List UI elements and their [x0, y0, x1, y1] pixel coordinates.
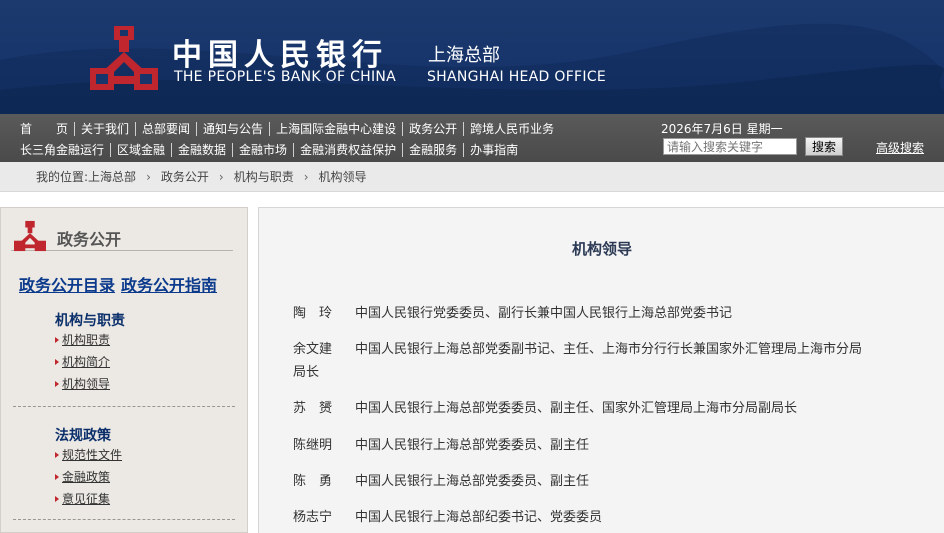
breadcrumb-separator: ›	[146, 169, 151, 184]
nav-item-news[interactable]: 总部要闻	[136, 122, 198, 136]
leader-role: 中国人民银行上海总部党委委员、副主任、国家外汇管理局上海市分局副局长	[355, 401, 798, 416]
search-button[interactable]: 搜索	[805, 137, 843, 156]
pboc-emblem-icon	[90, 26, 158, 90]
sidebar-top-links: 政务公开目录 政务公开指南	[19, 272, 223, 296]
nav-item-financial-market[interactable]: 金融市场	[233, 143, 295, 157]
gov-affairs-guide-link[interactable]: 政务公开指南	[121, 276, 217, 295]
gov-affairs-catalog-link[interactable]: 政务公开目录	[19, 276, 115, 295]
bullet-arrow-icon	[55, 496, 59, 502]
nav-item-gov-affairs[interactable]: 政务公开	[403, 122, 465, 136]
leader-row: 陈 勇 中国人民银行上海总部党委委员、副主任	[293, 470, 913, 494]
main-navigation: 首 页 关于我们 总部要闻 通知与公告 上海国际金融中心建设 政务公开 跨境人民…	[0, 114, 944, 162]
nav-row-2: 长三角金融运行 区域金融 金融数据 金融市场 金融消费权益保护 金融服务 办事指…	[14, 140, 524, 160]
nav-item-financial-services[interactable]: 金融服务	[403, 143, 465, 157]
breadcrumb-item-gov-affairs[interactable]: 政务公开	[161, 168, 209, 185]
nav-row-1: 首 页 关于我们 总部要闻 通知与公告 上海国际金融中心建设 政务公开 跨境人民…	[14, 119, 560, 139]
section-divider	[13, 519, 235, 520]
nav-item-yangtze-delta[interactable]: 长三角金融运行	[14, 143, 112, 157]
bullet-arrow-icon	[55, 381, 59, 387]
breadcrumb-separator: ›	[303, 169, 309, 184]
pboc-emblem-icon	[14, 220, 46, 252]
sidebar-item-normative-docs[interactable]: 规范性文件	[55, 446, 122, 463]
breadcrumb: 我的位置: 上海总部 › 政务公开 › 机构与职责 › 机构领导	[0, 162, 944, 192]
section-title-institutions: 机构与职责	[55, 313, 125, 329]
leader-role: 中国人民银行上海总部党委副书记、主任、上海市分行行长兼国家外汇管理局上海市分局	[355, 342, 863, 357]
sidebar-item-profile[interactable]: 机构简介	[55, 353, 110, 370]
leader-row: 苏 赟 中国人民银行上海总部党委委员、副主任、国家外汇管理局上海市分局副局长	[293, 397, 913, 421]
breadcrumb-item-shanghai[interactable]: 上海总部	[88, 168, 136, 185]
current-date: 2026年7月6日 星期一	[661, 122, 783, 136]
nav-item-service-guide[interactable]: 办事指南	[464, 143, 524, 157]
site-header: 中国人民银行 上海总部 THE PEOPLE'S BANK OF CHINA S…	[0, 0, 944, 114]
sidebar-item-financial-policy[interactable]: 金融政策	[55, 468, 110, 485]
sidebar-item-label: 规范性文件	[62, 448, 123, 462]
main-content: 机构领导 陶 玲 中国人民银行党委委员、副行长兼中国人民银行上海总部党委书记 余文…	[258, 207, 944, 533]
sidebar-header: 政务公开	[11, 218, 233, 252]
breadcrumb-item-leaders[interactable]: 机构领导	[319, 168, 367, 185]
breadcrumb-prefix: 我的位置:	[36, 170, 89, 184]
nav-item-about[interactable]: 关于我们	[75, 122, 137, 136]
sidebar-title: 政务公开	[57, 230, 122, 249]
advanced-search-link[interactable]: 高级搜索	[876, 139, 924, 156]
bank-chinese-name: 中国人民银行	[172, 38, 388, 73]
nav-item-financial-center[interactable]: 上海国际金融中心建设	[270, 122, 404, 136]
nav-item-regional-finance[interactable]: 区域金融	[111, 143, 173, 157]
sidebar: 政务公开 政务公开目录 政务公开指南 机构与职责 机构职责 机构简介 机构领导 法…	[0, 207, 248, 533]
leader-role: 中国人民银行上海总部党委委员、副主任	[355, 438, 590, 453]
leader-row: 余文建 中国人民银行上海总部党委副书记、主任、上海市分行行长兼国家外汇管理局上海市…	[293, 338, 913, 362]
leader-row: 杨志宁 中国人民银行上海总部纪委书记、党委委员	[293, 506, 913, 530]
nav-item-notices[interactable]: 通知与公告	[197, 122, 271, 136]
head-office-chinese-name: 上海总部	[428, 45, 500, 66]
leader-role: 中国人民银行上海总部党委委员、副主任	[355, 474, 590, 489]
nav-item-consumer-protection[interactable]: 金融消费权益保护	[294, 143, 404, 157]
leader-name: 陶 玲	[293, 306, 333, 321]
nav-item-financial-data[interactable]: 金融数据	[172, 143, 234, 157]
leader-name: 杨志宁	[293, 510, 333, 525]
leader-role-continuation: 局长	[293, 365, 320, 380]
leader-name: 苏 赟	[293, 401, 333, 416]
search-input[interactable]	[663, 138, 797, 155]
nav-item-home[interactable]: 首 页	[14, 122, 76, 136]
leader-name: 余文建	[293, 342, 333, 357]
bullet-arrow-icon	[55, 474, 59, 480]
leader-role: 中国人民银行上海总部纪委书记、党委委员	[355, 510, 603, 525]
head-office-english-name: SHANGHAI HEAD OFFICE	[427, 69, 607, 85]
leader-name: 陈继明	[293, 438, 333, 453]
breadcrumb-separator: ›	[218, 169, 224, 184]
section-divider	[13, 406, 235, 407]
page-title: 机构领导	[571, 240, 632, 258]
sidebar-item-label: 机构职责	[62, 333, 111, 347]
sidebar-item-consultation[interactable]: 意见征集	[55, 490, 110, 507]
leader-name: 陈 勇	[293, 474, 333, 489]
bullet-arrow-icon	[55, 337, 59, 343]
bullet-arrow-icon	[55, 452, 59, 458]
sidebar-item-leaders[interactable]: 机构领导	[55, 375, 110, 392]
nav-item-cross-border-rmb[interactable]: 跨境人民币业务	[464, 122, 560, 136]
leader-row: 陈继明 中国人民银行上海总部党委委员、副主任	[293, 434, 913, 458]
bullet-arrow-icon	[55, 359, 59, 365]
sidebar-item-label: 机构领导	[62, 377, 111, 391]
leader-row: 陶 玲 中国人民银行党委委员、副行长兼中国人民银行上海总部党委书记	[293, 302, 913, 326]
leader-row-continuation: 局长	[293, 361, 913, 385]
sidebar-item-label: 机构简介	[62, 355, 111, 369]
section-title-regulations: 法规政策	[55, 428, 111, 444]
bank-english-name: THE PEOPLE'S BANK OF CHINA	[174, 69, 397, 85]
sidebar-item-label: 金融政策	[62, 470, 111, 484]
leader-role: 中国人民银行党委委员、副行长兼中国人民银行上海总部党委书记	[355, 306, 733, 321]
sidebar-item-duties[interactable]: 机构职责	[55, 331, 110, 348]
breadcrumb-item-institutions[interactable]: 机构与职责	[234, 168, 294, 185]
sidebar-item-label: 意见征集	[62, 492, 111, 506]
